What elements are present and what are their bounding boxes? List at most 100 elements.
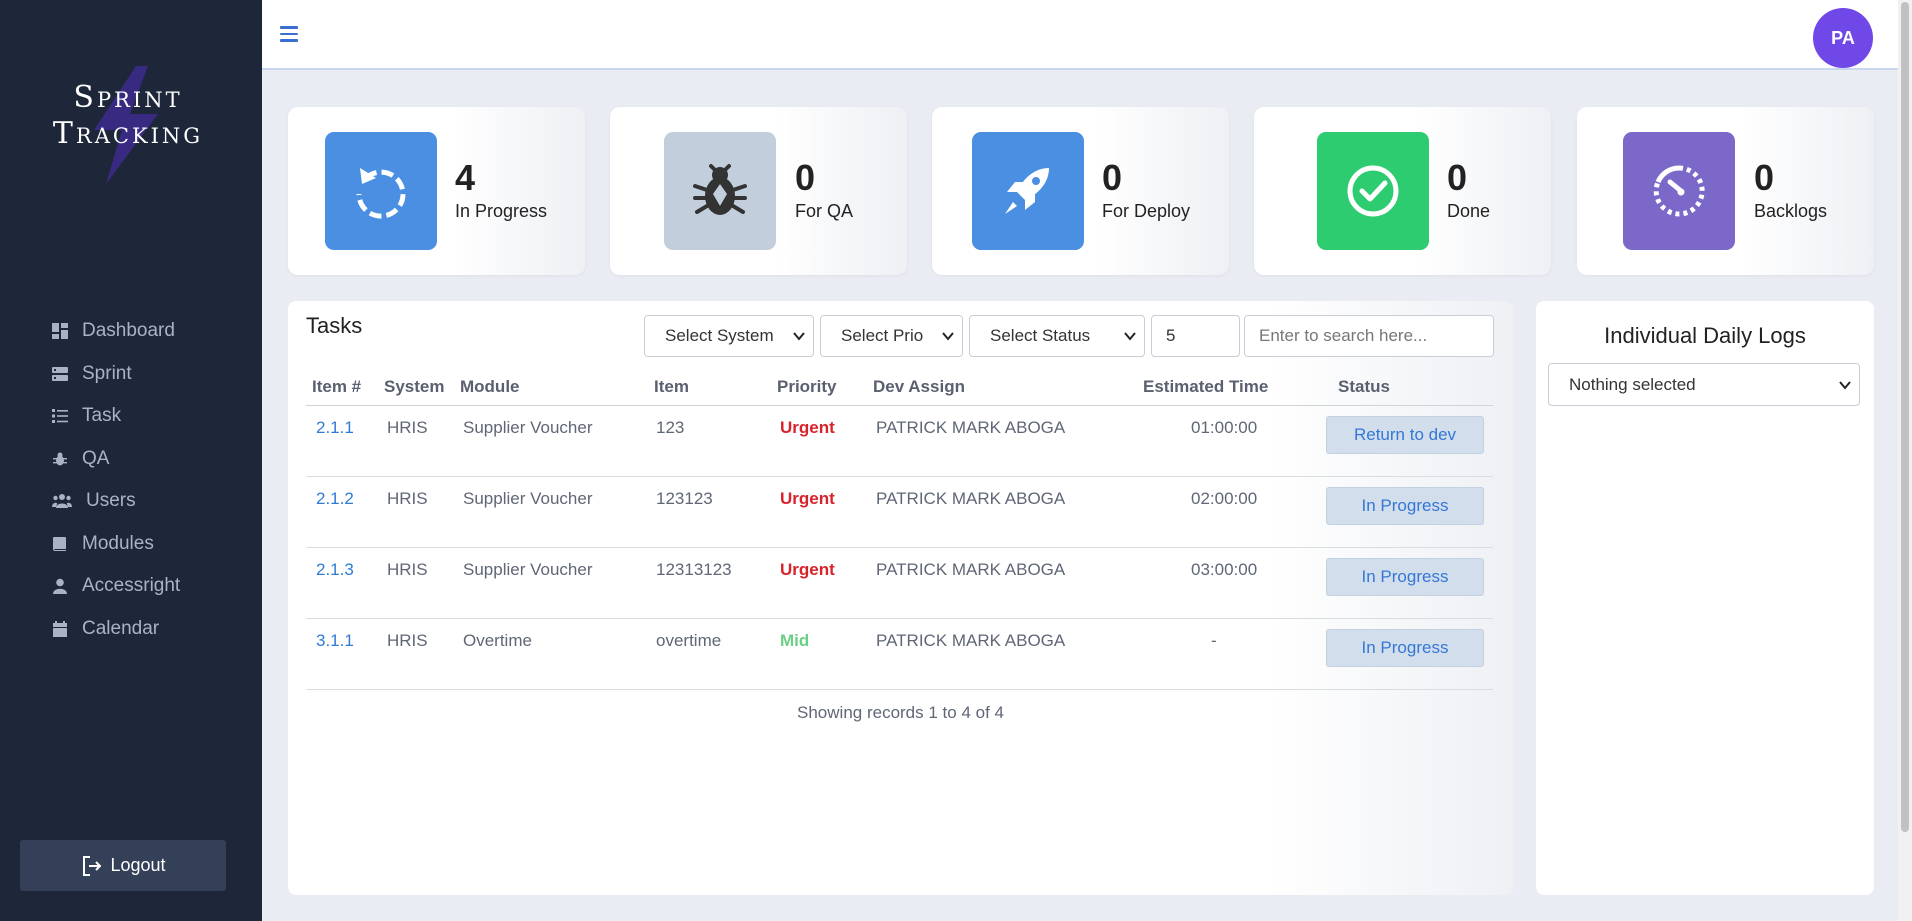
- column-header-item[interactable]: Item: [654, 377, 689, 397]
- bug-icon: [53, 452, 67, 466]
- cell-estimated-time: 03:00:00: [1191, 560, 1258, 579]
- sidebar-item-label: Sprint: [82, 362, 132, 384]
- daily-logs-title: Individual Daily Logs: [1604, 323, 1806, 348]
- dashboard-icon: [52, 323, 68, 340]
- tasks-title: Tasks: [306, 313, 363, 338]
- status-button[interactable]: Return to dev: [1326, 416, 1484, 454]
- stat-icon-box: [325, 132, 437, 250]
- cell-item: overtime: [656, 631, 722, 650]
- cell-priority: Urgent: [780, 489, 835, 508]
- sidebar-item-modules[interactable]: Modules: [0, 523, 262, 566]
- column-header-item-no[interactable]: Item #: [312, 377, 361, 397]
- status-button[interactable]: In Progress: [1326, 558, 1484, 596]
- menu-toggle-icon[interactable]: [280, 26, 298, 42]
- column-header-priority[interactable]: Priority: [777, 377, 837, 397]
- check-circle-icon: [1347, 165, 1399, 217]
- records-summary: Showing records 1 to 4 of 4: [797, 703, 1004, 722]
- status-button[interactable]: In Progress: [1326, 629, 1484, 667]
- bug-icon: [693, 164, 747, 215]
- task-icon: [52, 409, 68, 424]
- scrollbar-thumb[interactable]: [1901, 2, 1909, 832]
- stat-card-in-progress[interactable]: 4 In Progress: [288, 107, 585, 275]
- chevron-down-icon: [1839, 381, 1851, 390]
- sidebar-item-calendar[interactable]: Calendar: [0, 608, 262, 651]
- cell-item: 123123: [656, 489, 713, 508]
- cell-dev-assign: PATRICK MARK ABOGA: [876, 631, 1066, 650]
- column-header-status[interactable]: Status: [1338, 377, 1390, 397]
- cell-item-no[interactable]: 2.1.1: [316, 418, 354, 438]
- search-input[interactable]: [1244, 315, 1494, 357]
- cell-item-no[interactable]: 2.1.2: [316, 489, 354, 509]
- users-icon: [52, 494, 72, 509]
- logout-icon: [83, 855, 102, 876]
- stat-card-for-qa[interactable]: 0 For QA: [610, 107, 907, 275]
- timer-icon: [1653, 165, 1705, 217]
- sidebar-item-label: Dashboard: [82, 320, 175, 342]
- cell-item-no[interactable]: 2.1.3: [316, 560, 354, 580]
- stat-label: For QA: [795, 201, 854, 221]
- cell-system: HRIS: [387, 418, 428, 437]
- stat-value: 0: [1102, 157, 1123, 198]
- column-header-system[interactable]: System: [384, 377, 444, 397]
- app-logo: Sprint Tracking: [38, 66, 218, 184]
- logo-line1: Sprint: [73, 80, 183, 115]
- stat-value: 4: [455, 157, 476, 198]
- select-status-value: Select Status: [990, 326, 1091, 345]
- sidebar-item-label: Users: [86, 490, 136, 512]
- cell-priority: Urgent: [780, 560, 835, 579]
- logout-label: Logout: [110, 855, 166, 875]
- cell-module: Supplier Voucher: [463, 418, 593, 437]
- select-prio-dropdown[interactable]: Select Prio: [820, 315, 963, 357]
- table-row: 2.1.3 HRIS Supplier Voucher 12313123 Urg…: [306, 548, 1493, 619]
- cell-priority: Mid: [780, 631, 810, 650]
- page-size-input[interactable]: [1151, 315, 1240, 357]
- stat-icon-box: [1623, 132, 1735, 250]
- stat-card-for-deploy[interactable]: 0 For Deploy: [932, 107, 1229, 275]
- cell-item-no[interactable]: 3.1.1: [316, 631, 354, 651]
- select-prio-value: Select Prio: [841, 326, 924, 345]
- top-header: PA: [262, 0, 1898, 70]
- logout-button[interactable]: Logout: [20, 840, 226, 891]
- cell-priority: Urgent: [780, 418, 835, 437]
- sidebar: Sprint Tracking Dashboard Sprint Task QA…: [0, 0, 262, 921]
- daily-logs-select[interactable]: Nothing selected: [1548, 363, 1860, 406]
- sidebar-item-label: Accessright: [82, 575, 181, 597]
- sidebar-item-qa[interactable]: QA: [0, 438, 262, 481]
- cell-system: HRIS: [387, 631, 428, 650]
- cell-dev-assign: PATRICK MARK ABOGA: [876, 418, 1066, 437]
- sidebar-item-label: Modules: [82, 532, 154, 554]
- stat-card-backlogs[interactable]: 0 Backlogs: [1577, 107, 1874, 275]
- cell-item: 12313123: [656, 560, 732, 579]
- sidebar-item-dashboard[interactable]: Dashboard: [0, 310, 262, 353]
- sidebar-item-sprint[interactable]: Sprint: [0, 353, 262, 396]
- sidebar-item-task[interactable]: Task: [0, 395, 262, 438]
- stat-card-done[interactable]: 0 Done: [1254, 107, 1551, 275]
- sidebar-item-users[interactable]: Users: [0, 480, 262, 523]
- stat-label: In Progress: [455, 201, 548, 221]
- daily-logs-panel: Individual Daily Logs Nothing selected: [1536, 301, 1874, 895]
- rocket-icon: [1005, 168, 1049, 214]
- cell-dev-assign: PATRICK MARK ABOGA: [876, 560, 1066, 579]
- cell-dev-assign: PATRICK MARK ABOGA: [876, 489, 1066, 508]
- column-header-estimated-time[interactable]: Estimated Time: [1143, 377, 1268, 397]
- sidebar-item-label: Calendar: [82, 617, 160, 639]
- stat-value: 0: [1447, 157, 1468, 198]
- sidebar-item-accessright[interactable]: Accessright: [0, 565, 262, 608]
- column-header-module[interactable]: Module: [460, 377, 520, 397]
- status-button[interactable]: In Progress: [1326, 487, 1484, 525]
- sidebar-item-label: QA: [82, 447, 110, 469]
- stat-value: 0: [1754, 157, 1775, 198]
- table-row: 3.1.1 HRIS Overtime overtime Mid PATRICK…: [306, 619, 1493, 690]
- avatar[interactable]: PA: [1813, 8, 1873, 68]
- cell-estimated-time: -: [1211, 631, 1217, 650]
- daily-logs-select-value: Nothing selected: [1569, 374, 1696, 394]
- cell-estimated-time: 02:00:00: [1191, 489, 1258, 508]
- select-system-dropdown[interactable]: Select System: [644, 315, 814, 357]
- logo-line2: Tracking: [52, 116, 204, 151]
- column-header-dev-assign[interactable]: Dev Assign: [873, 377, 965, 397]
- table-row: 2.1.2 HRIS Supplier Voucher 123123 Urgen…: [306, 477, 1493, 548]
- book-icon: [53, 536, 66, 551]
- user-icon: [53, 578, 67, 595]
- chevron-down-icon: [793, 332, 805, 341]
- select-status-dropdown[interactable]: Select Status: [969, 315, 1145, 357]
